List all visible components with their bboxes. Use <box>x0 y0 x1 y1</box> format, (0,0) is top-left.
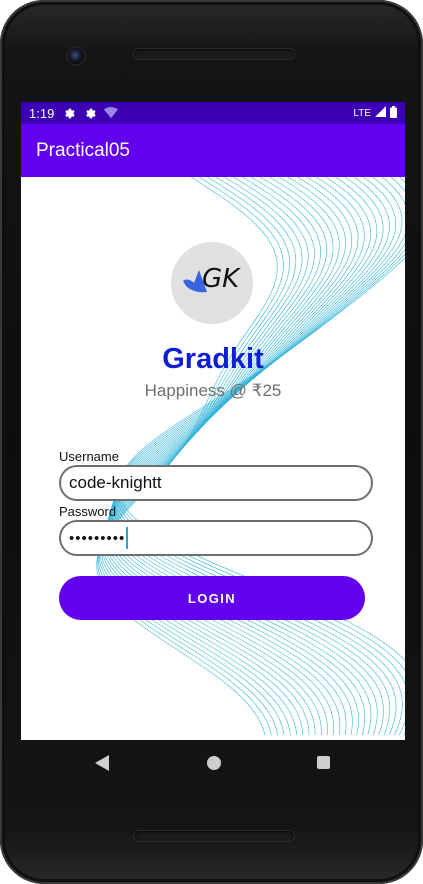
status-time: 1:19 <box>29 105 55 121</box>
signal-icon <box>375 106 386 120</box>
brand-name: Gradkit <box>162 343 264 375</box>
top-speaker <box>134 49 294 59</box>
back-icon[interactable] <box>95 755 109 776</box>
wifi-icon <box>104 107 119 119</box>
app-logo: GK <box>171 242 253 324</box>
wave-line <box>114 177 405 736</box>
text-cursor <box>126 527 129 549</box>
login-button[interactable]: LOGIN <box>59 576 365 620</box>
password-input[interactable]: ••••••••• <box>59 520 373 556</box>
phone-frame: 1:19 LTE Practical05 GK Gradkit Happines… <box>0 0 423 884</box>
password-label: Password <box>59 504 117 519</box>
app-title: Practical05 <box>36 139 130 161</box>
gear-icon <box>62 107 75 120</box>
wave-line <box>112 177 390 736</box>
network-type: LTE <box>353 107 371 119</box>
status-bar: 1:19 LTE <box>21 102 405 124</box>
screen: 1:19 LTE Practical05 GK Gradkit Happines… <box>21 102 405 740</box>
navigation-bar <box>21 740 405 786</box>
logo-text: GK <box>202 264 240 294</box>
username-label: Username <box>59 449 119 464</box>
app-bar: Practical05 <box>21 124 405 177</box>
password-value: ••••••••• <box>69 529 126 547</box>
brand-tagline: Happiness @ ₹25 <box>144 381 282 400</box>
recents-icon[interactable] <box>317 756 330 769</box>
battery-icon <box>390 105 397 121</box>
status-right: LTE <box>353 102 397 124</box>
home-icon[interactable] <box>207 756 221 770</box>
username-value: code-knightt <box>69 473 162 492</box>
gear-icon <box>83 107 96 120</box>
bottom-speaker <box>134 831 294 841</box>
front-camera <box>68 48 84 64</box>
login-content: GK Gradkit Happiness @ ₹25 Username code… <box>21 177 405 740</box>
username-input[interactable]: code-knightt <box>59 465 373 501</box>
